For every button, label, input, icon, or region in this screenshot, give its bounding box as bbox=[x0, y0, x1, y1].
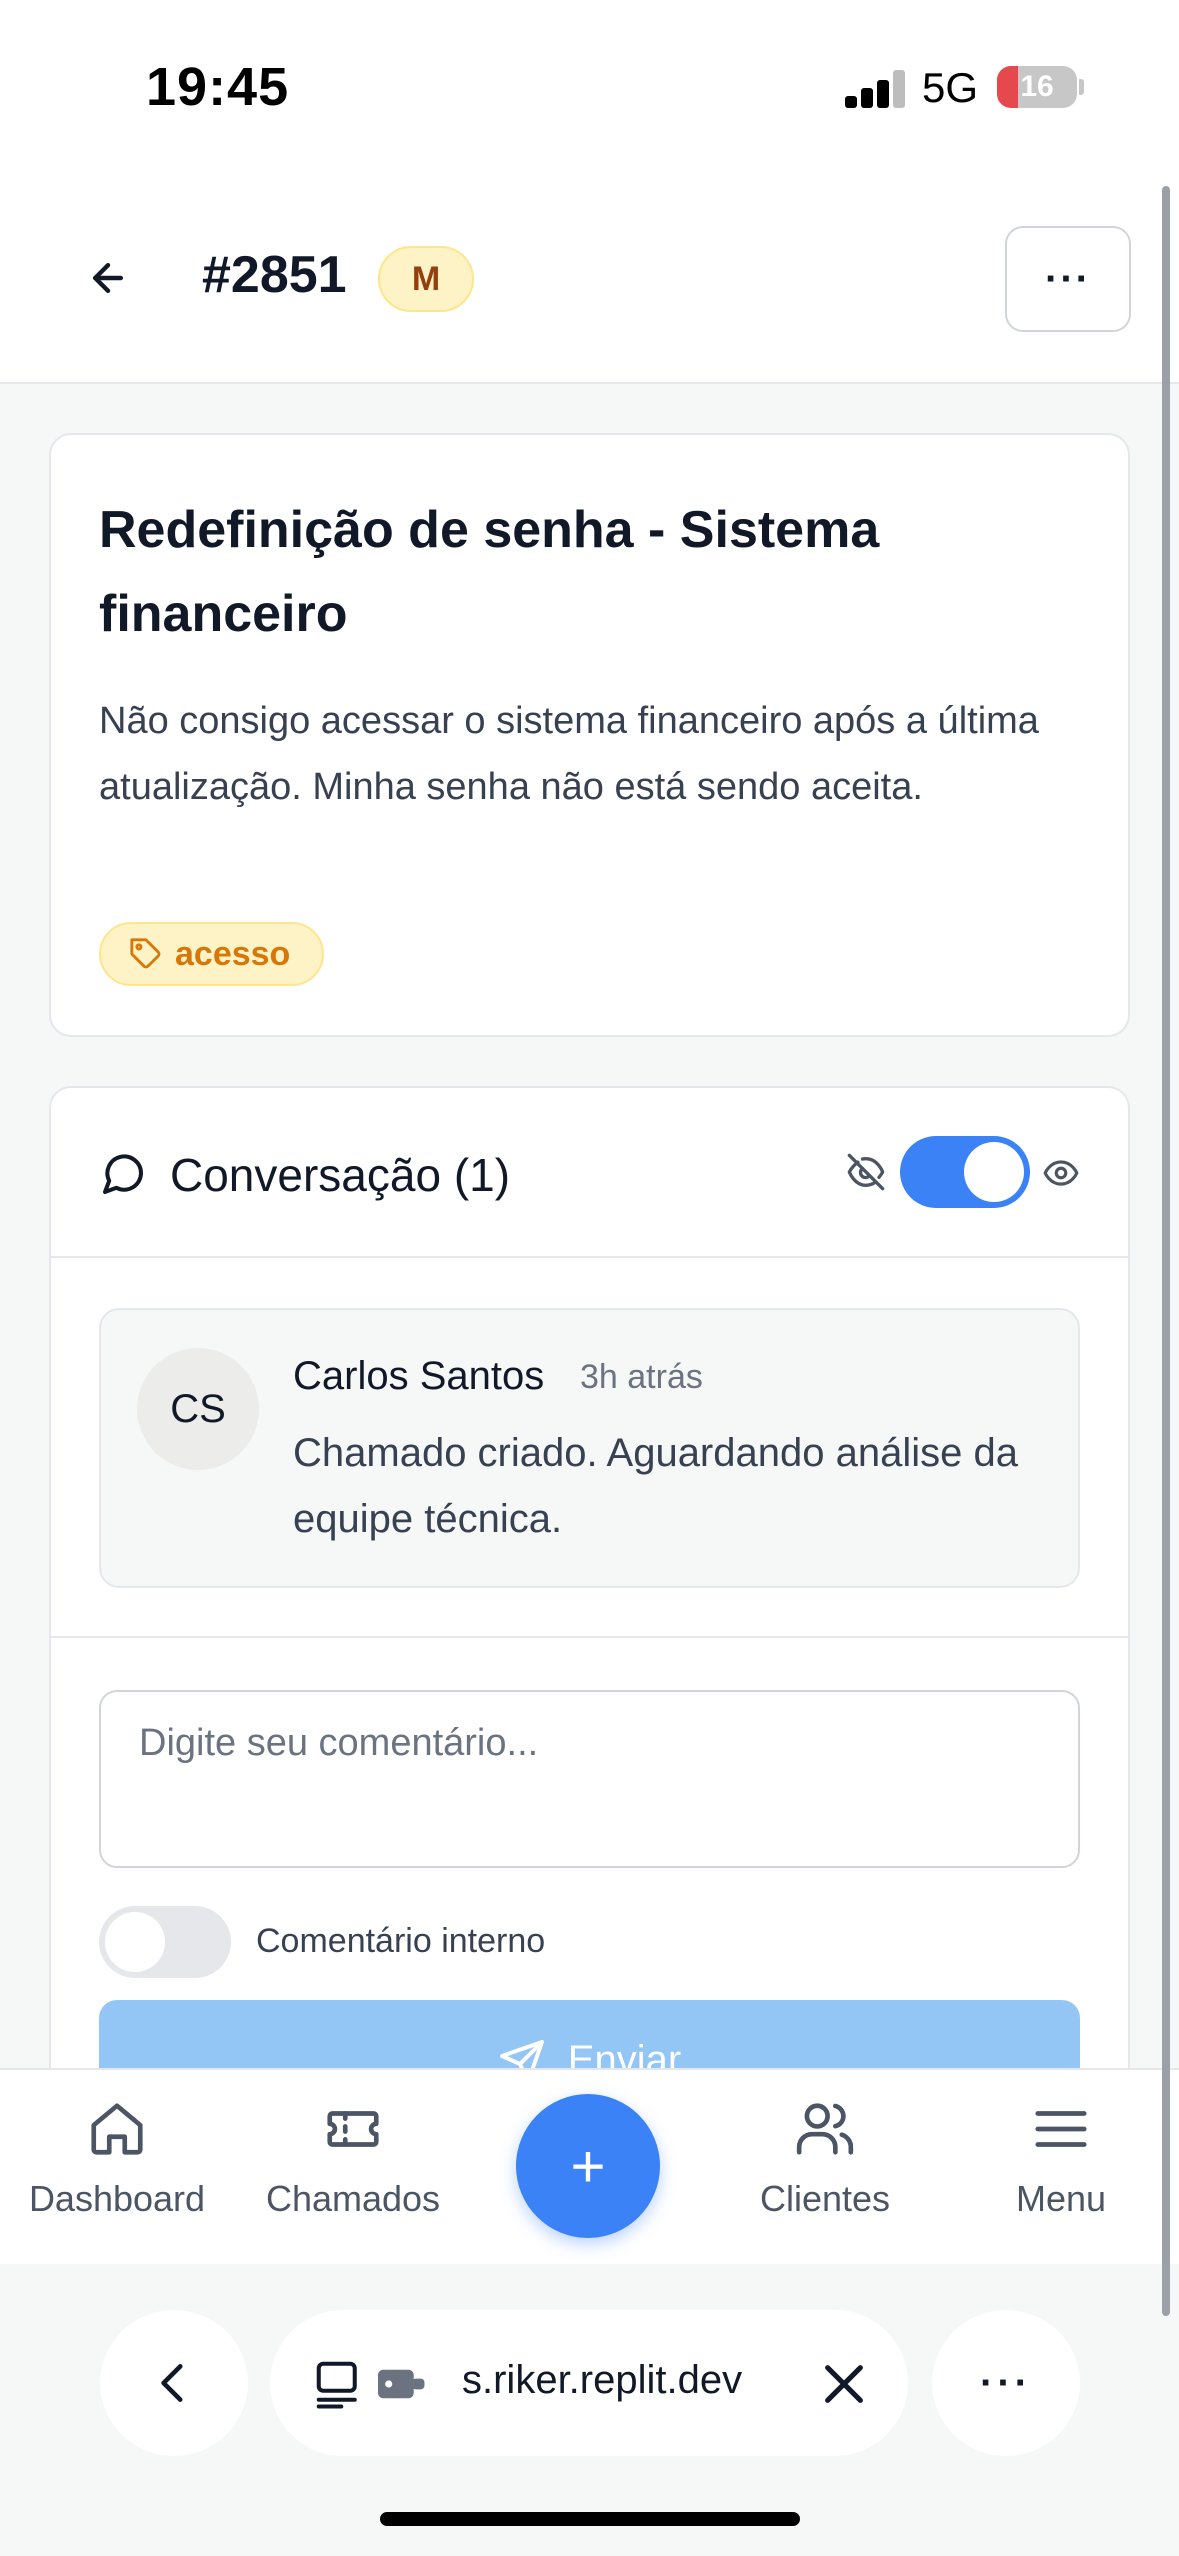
ticket-icon bbox=[327, 2111, 379, 2147]
message-circle-icon bbox=[103, 1154, 143, 1194]
message-text: Chamado criado. Aguardando análise da eq… bbox=[293, 1431, 1018, 1541]
chevron-left-icon bbox=[161, 2364, 183, 2402]
home-indicator bbox=[380, 2512, 800, 2526]
tag-label: acesso bbox=[175, 934, 291, 973]
tag-icon bbox=[130, 938, 161, 969]
nav-dashboard[interactable]: Dashboard bbox=[2, 2098, 232, 2220]
extension-icon[interactable] bbox=[378, 2366, 428, 2402]
avatar: CS bbox=[137, 1348, 259, 1470]
nav-label: Clientes bbox=[759, 2178, 891, 2219]
eye-icon bbox=[1043, 1160, 1079, 1186]
ticket-id: #2851 bbox=[202, 246, 347, 304]
visibility-toggle[interactable] bbox=[900, 1136, 1030, 1208]
nav-menu[interactable]: Menu bbox=[946, 2098, 1176, 2220]
network-type: 5G bbox=[922, 64, 979, 111]
nav-chamados[interactable]: Chamados bbox=[238, 2098, 468, 2220]
more-options-button[interactable]: ··· bbox=[1005, 226, 1131, 332]
url-text[interactable]: s.riker.replit.dev bbox=[462, 2358, 742, 2403]
app-header bbox=[0, 180, 1179, 384]
battery-level: 16 bbox=[1020, 70, 1054, 103]
close-icon[interactable] bbox=[816, 2356, 872, 2412]
add-button[interactable]: + bbox=[516, 2094, 660, 2238]
menu-icon bbox=[1035, 2111, 1087, 2147]
browser-more-button[interactable]: ··· bbox=[932, 2310, 1080, 2456]
status-time: 19:45 bbox=[146, 57, 290, 117]
home-icon bbox=[91, 2103, 143, 2155]
battery-tip bbox=[1079, 79, 1084, 95]
eye-off-icon bbox=[847, 1153, 885, 1191]
comment-input[interactable] bbox=[99, 1690, 1080, 1868]
nav-label: Chamados bbox=[265, 2178, 441, 2219]
toggle-knob bbox=[964, 1142, 1024, 1202]
scrollbar[interactable] bbox=[1162, 186, 1170, 2316]
arrow-left-icon bbox=[92, 262, 124, 294]
ticket-description: Não consigo acessar o sistema financeiro… bbox=[99, 700, 1039, 808]
signal-icon bbox=[845, 70, 907, 108]
internal-comment-label: Comentário interno bbox=[256, 1922, 546, 1960]
nav-label: Menu bbox=[1015, 2178, 1107, 2219]
divider bbox=[51, 1636, 1128, 1638]
toggle-knob bbox=[105, 1912, 165, 1972]
priority-badge: M bbox=[378, 246, 474, 312]
nav-label: Dashboard bbox=[28, 2178, 206, 2219]
nav-clientes[interactable]: Clientes bbox=[710, 2098, 940, 2220]
tag-badge: acesso bbox=[99, 922, 325, 986]
back-button[interactable] bbox=[78, 238, 138, 318]
message-author: Carlos Santos bbox=[293, 1354, 545, 1398]
browser-back-button[interactable] bbox=[100, 2310, 248, 2456]
ticket-title: Redefinição de senha - Sistema financeir… bbox=[99, 501, 880, 643]
internal-comment-toggle[interactable] bbox=[99, 1906, 231, 1978]
users-icon bbox=[796, 2103, 854, 2155]
message-time: 3h atrás bbox=[580, 1358, 703, 1396]
tabs-icon[interactable] bbox=[312, 2356, 366, 2412]
conversation-title: Conversação (1) bbox=[170, 1149, 511, 1201]
battery-icon: 16 bbox=[997, 66, 1077, 108]
